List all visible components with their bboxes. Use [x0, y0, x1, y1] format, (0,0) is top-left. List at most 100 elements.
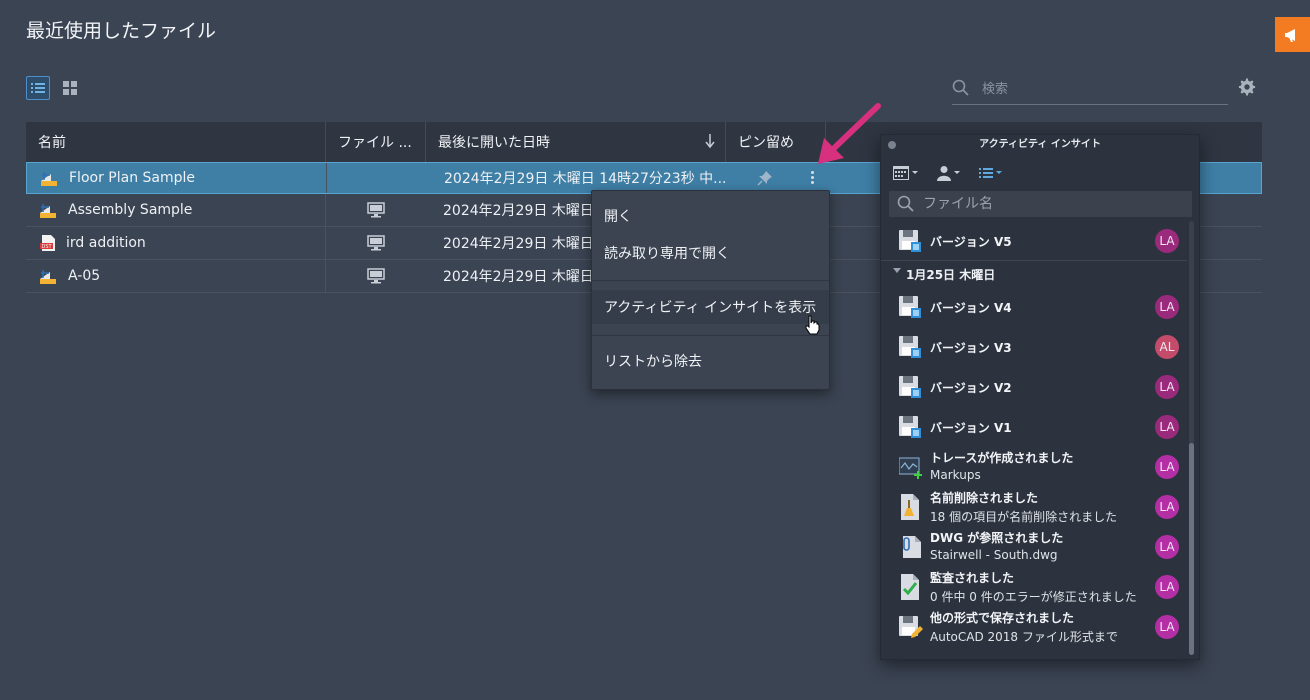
activity-title: バージョン V5 — [930, 235, 1012, 249]
settings-button[interactable] — [1238, 78, 1258, 98]
activity-item[interactable]: DWG が参照されました Stairwell - South.dwg LA — [881, 527, 1187, 567]
megaphone-icon — [1284, 28, 1295, 42]
activity-item[interactable]: バージョン V2 LA — [881, 367, 1187, 407]
list-view-button[interactable] — [26, 76, 50, 100]
activity-item[interactable]: バージョン V3 AL — [881, 327, 1187, 367]
activity-title: 監査されました — [930, 571, 1015, 585]
activity-item[interactable]: バージョン V1 LA — [881, 407, 1187, 447]
activity-subtitle: AutoCAD 2018 ファイル形式まで — [930, 630, 1118, 644]
audit-icon — [901, 574, 919, 600]
avatar: LA — [1155, 375, 1179, 399]
avatar: LA — [1155, 495, 1179, 519]
grid-view-button[interactable] — [58, 76, 82, 100]
activity-filter-button[interactable] — [979, 163, 1003, 183]
date-filter-button[interactable] — [893, 163, 919, 183]
dwg-file-icon — [40, 204, 56, 218]
dwg-file-icon — [41, 172, 57, 186]
activity-title: トレースが作成されました — [930, 451, 1074, 465]
file-name: A-05 — [68, 268, 101, 284]
dwg-file-icon — [40, 270, 56, 284]
avatar: LA — [1155, 415, 1179, 439]
menu-separator — [592, 335, 829, 336]
activity-subtitle: 0 件中 0 件のエラーが修正されました — [930, 590, 1137, 604]
activity-item[interactable]: 他の形式で保存されました AutoCAD 2018 ファイル形式まで LA — [881, 607, 1187, 647]
file-location-cell — [326, 227, 426, 259]
save-version-icon — [899, 376, 921, 398]
panel-toolbar — [881, 157, 1199, 189]
file-location-cell — [327, 163, 427, 193]
grid-view-icon — [63, 81, 77, 95]
column-header-pinned[interactable]: ピン留め — [726, 122, 826, 162]
activity-item[interactable]: 名前削除されました 18 個の項目が名前削除されました LA — [881, 487, 1187, 527]
file-name-cell: Assembly Sample — [26, 194, 326, 226]
save-version-icon — [899, 230, 921, 252]
date-group-separator — [881, 260, 1187, 261]
column-header-location[interactable]: ファイル ... — [326, 122, 426, 162]
search-icon — [897, 195, 914, 212]
menu-item-remove-from-list[interactable]: リストから除去 — [592, 344, 829, 378]
search-box — [952, 76, 1228, 105]
activity-title: バージョン V3 — [930, 341, 1012, 355]
activity-title: バージョン V2 — [930, 381, 1012, 395]
announcement-button[interactable] — [1275, 17, 1310, 52]
activity-title: バージョン V1 — [930, 421, 1012, 435]
file-name-cell: A-05 — [26, 260, 326, 292]
avatar: LA — [1155, 535, 1179, 559]
column-header-last-opened[interactable]: 最後に開いた日時 — [426, 122, 726, 162]
activity-title: 他の形式で保存されました — [930, 611, 1075, 625]
activity-subtitle: 18 個の項目が名前削除されました — [930, 510, 1118, 524]
date-group-header[interactable]: 1月25日 木曜日 — [881, 265, 1187, 289]
panel-close-dot[interactable] — [888, 141, 896, 149]
panel-header: アクティビティ インサイト — [881, 135, 1199, 155]
avatar: LA — [1155, 295, 1179, 319]
column-header-last-opened-label: 最後に開いた日時 — [438, 135, 550, 151]
list-filter-icon — [979, 168, 993, 178]
context-menu: 開く 読み取り専用で開く アクティビティ インサイトを表示 リストから除去 — [591, 190, 830, 390]
file-location-cell — [326, 194, 426, 226]
search-icon — [952, 79, 969, 96]
computer-icon — [367, 202, 385, 218]
svg-text:DST: DST — [42, 244, 53, 250]
sort-descending-icon — [705, 134, 715, 149]
column-header-name[interactable]: 名前 — [26, 122, 326, 162]
last-opened-cell: 2024年2月29日 木曜日 14時27分23秒 中... — [444, 171, 727, 187]
computer-icon — [367, 235, 385, 251]
activity-insights-panel: アクティビティ インサイト ファイル名 バージョン V5 LA 1月25日 木曜… — [880, 134, 1200, 660]
activity-item[interactable]: バージョン V5 LA — [881, 221, 1187, 261]
avatar: LA — [1155, 575, 1179, 599]
scrollbar-thumb[interactable] — [1189, 443, 1194, 655]
panel-title: アクティビティ インサイト — [979, 139, 1101, 150]
file-name: ird addition — [66, 235, 146, 251]
chevron-down-icon — [954, 171, 960, 174]
user-filter-button[interactable] — [937, 163, 961, 183]
file-name: Floor Plan Sample — [69, 170, 196, 186]
gear-icon — [1238, 78, 1256, 96]
chevron-down-icon — [996, 171, 1002, 174]
activity-item[interactable]: トレースが作成されました Markups LA — [881, 447, 1187, 487]
page-title: 最近使用したファイル — [26, 20, 217, 42]
save-as-icon — [899, 616, 923, 638]
menu-item-open-read-only[interactable]: 読み取り専用で開く — [592, 236, 829, 270]
list-view-icon — [31, 83, 45, 93]
dst-file-icon: DST — [40, 235, 55, 251]
file-name-search-input[interactable] — [923, 193, 1173, 215]
more-options-button[interactable] — [809, 170, 815, 188]
save-version-icon — [899, 296, 921, 318]
panel-search — [889, 191, 1192, 217]
file-name-cell: Floor Plan Sample — [27, 163, 327, 193]
activity-item[interactable]: 監査されました 0 件中 0 件のエラーが修正されました LA — [881, 567, 1187, 607]
activity-list: バージョン V5 LA 1月25日 木曜日 バージョン V4 LA バージョン … — [881, 221, 1187, 657]
pin-icon[interactable] — [757, 170, 773, 186]
search-input[interactable] — [982, 78, 1212, 100]
user-icon — [937, 166, 951, 181]
activity-item[interactable]: バージョン V4 LA — [881, 287, 1187, 327]
file-location-cell — [326, 260, 426, 292]
xref-icon — [903, 536, 921, 558]
menu-item-show-activity-insights[interactable]: アクティビティ インサイトを表示 — [592, 290, 829, 324]
trace-icon — [899, 457, 922, 479]
purge-icon — [901, 494, 919, 520]
save-version-icon — [899, 416, 921, 438]
avatar: AL — [1155, 335, 1179, 359]
caret-down-icon — [893, 268, 901, 273]
menu-item-open[interactable]: 開く — [592, 199, 829, 233]
